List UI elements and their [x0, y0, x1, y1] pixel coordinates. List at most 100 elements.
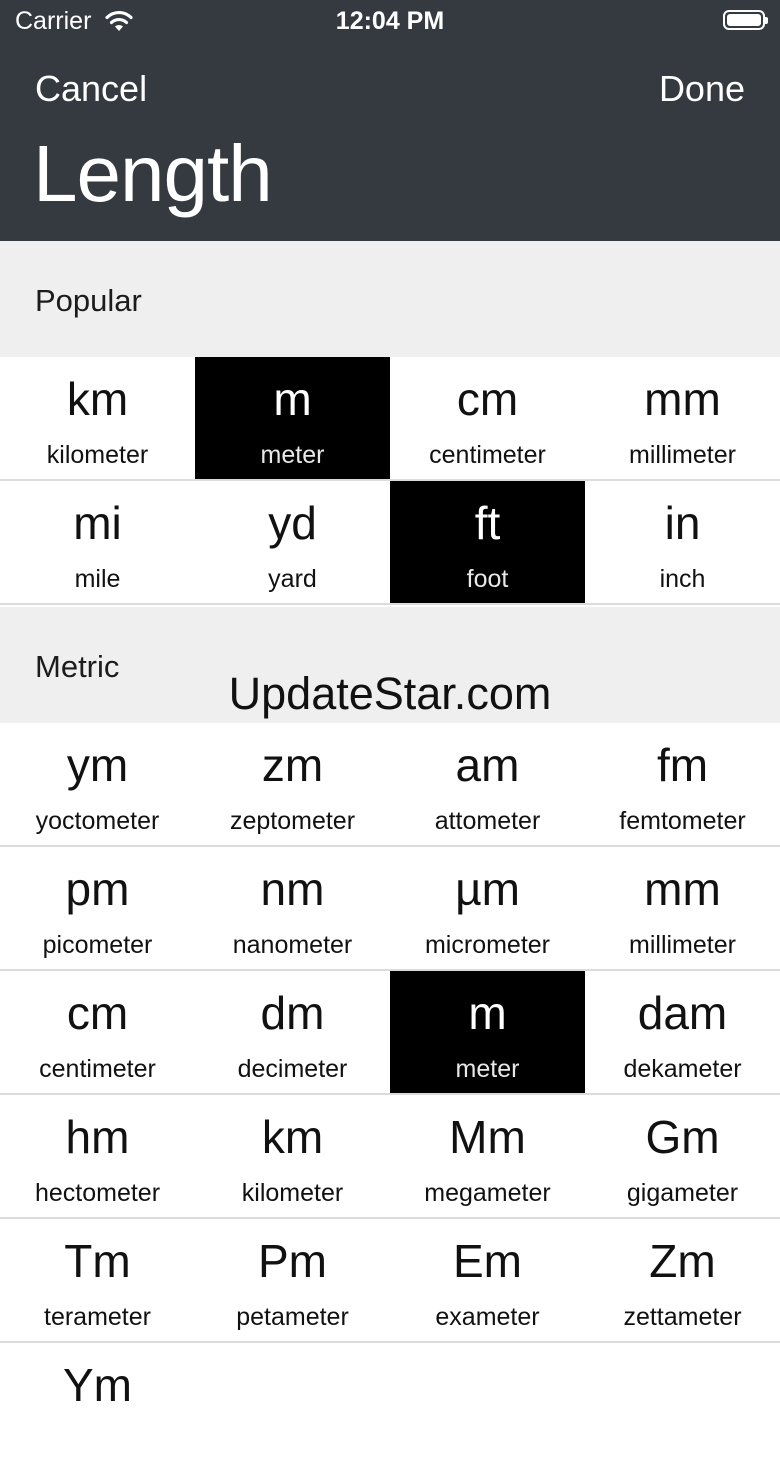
unit-row: km kilometer m meter cm centimeter mm mi… [0, 357, 780, 481]
unit-symbol: cm [66, 987, 129, 1039]
unit-cell-hm[interactable]: hm hectometer [0, 1095, 195, 1217]
unit-cell-yd[interactable]: yd yard [195, 481, 390, 603]
unit-row: Tm terameter Pm petameter Em exameter Zm… [0, 1219, 780, 1343]
unit-cell-Em[interactable]: Em exameter [390, 1219, 585, 1341]
unit-name: inch [659, 565, 706, 593]
unit-name: mile [74, 565, 121, 593]
clock: 12:04 PM [335, 7, 445, 35]
unit-name: kilometer [241, 1179, 344, 1207]
unit-name: zettameter [623, 1303, 742, 1331]
unit-symbol: mm [644, 863, 721, 915]
unit-cell-ft[interactable]: ft foot [390, 481, 585, 603]
unit-symbol: Ym [63, 1359, 132, 1411]
unit-symbol: nm [260, 863, 325, 915]
unit-name: micrometer [424, 931, 550, 959]
section-header-metric: Metric [0, 607, 780, 723]
unit-name: zeptometer [229, 807, 356, 835]
unit-name: centimeter [39, 1055, 156, 1083]
unit-symbol: Pm [258, 1235, 327, 1287]
unit-name: dekameter [623, 1055, 742, 1083]
unit-name: foot [466, 565, 509, 593]
unit-cell-dm[interactable]: dm decimeter [195, 971, 390, 1093]
unit-cell-km[interactable]: km kilometer [195, 1095, 390, 1217]
unit-cell-fm[interactable]: fm femtometer [585, 723, 780, 845]
battery-icon [723, 10, 768, 30]
unit-cell-am[interactable]: am attometer [390, 723, 585, 845]
unit-name: kilometer [46, 441, 149, 469]
unit-symbol: in [664, 497, 701, 549]
unit-name: yoctometer [35, 807, 160, 835]
unit-symbol: hm [65, 1111, 130, 1163]
unit-cell-um[interactable]: µm micrometer [390, 847, 585, 969]
unit-cell-mm[interactable]: mm millimeter [585, 847, 780, 969]
unit-cell-Zm[interactable]: Zm zettameter [585, 1219, 780, 1341]
popular-unit-grid: km kilometer m meter cm centimeter mm mi… [0, 357, 780, 605]
unit-name: petameter [236, 1303, 349, 1331]
unit-name: exameter [435, 1303, 540, 1331]
unit-name: attometer [434, 807, 541, 835]
unit-name: picometer [42, 931, 153, 959]
unit-symbol: pm [65, 863, 130, 915]
unit-name: millimeter [629, 931, 736, 959]
unit-symbol: m [273, 373, 312, 425]
unit-symbol: ym [66, 739, 129, 791]
unit-name: meter [455, 1055, 520, 1083]
unit-cell-Gm[interactable]: Gm gigameter [585, 1095, 780, 1217]
unit-row: mi mile yd yard ft foot in inch [0, 481, 780, 605]
unit-row: pm picometer nm nanometer µm micrometer … [0, 847, 780, 971]
page-title: Length [33, 129, 273, 218]
status-bar: Carrier 12:04 PM [0, 0, 780, 44]
unit-cell-dam[interactable]: dam dekameter [585, 971, 780, 1093]
unit-name: nanometer [232, 931, 353, 959]
unit-cell-cm[interactable]: cm centimeter [390, 357, 585, 479]
unit-cell-km[interactable]: km kilometer [0, 357, 195, 479]
metric-unit-grid: ym yoctometer zm zeptometer am attometer… [0, 723, 780, 1467]
unit-cell-Mm[interactable]: Mm megameter [390, 1095, 585, 1217]
unit-symbol: fm [656, 739, 709, 791]
unit-cell-Pm[interactable]: Pm petameter [195, 1219, 390, 1341]
unit-cell-mi[interactable]: mi mile [0, 481, 195, 603]
unit-row: Ym [0, 1343, 780, 1467]
unit-symbol: Mm [449, 1111, 526, 1163]
unit-name: megameter [424, 1179, 551, 1207]
unit-cell-mm[interactable]: mm millimeter [585, 357, 780, 479]
unit-cell-in[interactable]: in inch [585, 481, 780, 603]
unit-symbol: Tm [64, 1235, 131, 1287]
unit-symbol: yd [268, 497, 317, 549]
unit-cell-zm[interactable]: zm zeptometer [195, 723, 390, 845]
unit-cell-cm[interactable]: cm centimeter [0, 971, 195, 1093]
unit-symbol: km [66, 373, 129, 425]
cancel-button[interactable]: Cancel [35, 68, 147, 110]
unit-name: centimeter [429, 441, 546, 469]
unit-row: hm hectometer km kilometer Mm megameter … [0, 1095, 780, 1219]
unit-symbol: Gm [645, 1111, 720, 1163]
unit-cell-m[interactable]: m meter [195, 357, 390, 479]
unit-name: terameter [44, 1303, 151, 1331]
section-title: Metric [35, 649, 120, 684]
unit-cell-Ym[interactable]: Ym [0, 1343, 195, 1467]
unit-name: gigameter [626, 1179, 739, 1207]
unit-cell-nm[interactable]: nm nanometer [195, 847, 390, 969]
navigation-header: Carrier 12:04 PM Cancel Done Length [0, 0, 780, 241]
unit-cell-m[interactable]: m meter [390, 971, 585, 1093]
unit-name: millimeter [629, 441, 736, 469]
unit-symbol: mi [73, 497, 122, 549]
unit-cell-Tm[interactable]: Tm terameter [0, 1219, 195, 1341]
unit-symbol: km [261, 1111, 324, 1163]
unit-cell-pm[interactable]: pm picometer [0, 847, 195, 969]
unit-row: ym yoctometer zm zeptometer am attometer… [0, 723, 780, 847]
unit-name: hectometer [34, 1179, 161, 1207]
unit-symbol: zm [261, 739, 324, 791]
unit-symbol: Zm [649, 1235, 716, 1287]
unit-symbol: µm [455, 863, 520, 915]
unit-cell-ym[interactable]: ym yoctometer [0, 723, 195, 845]
unit-symbol: ft [474, 497, 501, 549]
unit-symbol: dam [637, 987, 728, 1039]
done-button[interactable]: Done [659, 68, 745, 110]
unit-name: yard [268, 565, 317, 593]
unit-symbol: mm [644, 373, 721, 425]
unit-row: cm centimeter dm decimeter m meter dam d… [0, 971, 780, 1095]
unit-symbol: cm [456, 373, 519, 425]
unit-name: femtometer [619, 807, 746, 835]
unit-name: meter [260, 441, 325, 469]
